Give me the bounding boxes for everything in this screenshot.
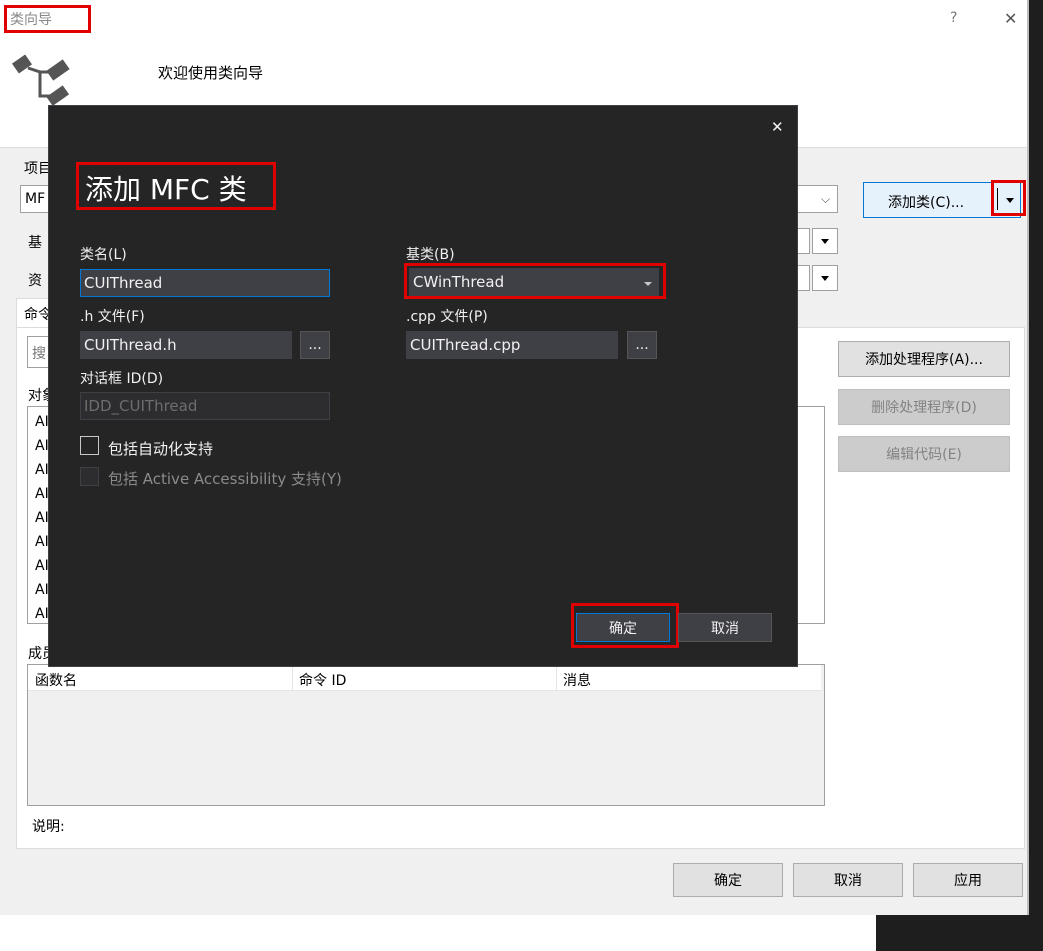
dialog-id-label: 对话框 ID(D)	[80, 371, 164, 387]
class-name-input[interactable]: CUIThread	[80, 269, 330, 297]
search-placeholder: 搜	[32, 346, 46, 362]
modal-close-icon[interactable]: ✕	[771, 118, 784, 136]
add-mfc-class-dialog: ✕ 添加 MFC 类 类名(L) CUIThread 基类(B) CWinThr…	[48, 105, 798, 667]
dialog-id-value: IDD_CUIThread	[84, 397, 198, 415]
base-class-value: CWinThread	[413, 273, 505, 291]
class-wizard-icon	[12, 54, 70, 106]
class-name-value: CUIThread	[84, 274, 163, 292]
main-cancel-button[interactable]: 取消	[793, 863, 903, 897]
caret-down-icon	[821, 238, 829, 244]
class-name-label: 类名(L)	[80, 247, 127, 263]
column-header-message[interactable]: 消息	[563, 670, 591, 690]
cpp-file-input[interactable]: CUIThread.cpp	[406, 331, 618, 359]
chevron-down-icon: ⌵	[821, 192, 831, 206]
modal-ok-button[interactable]: 确定	[576, 613, 670, 642]
dialog-id-input: IDD_CUIThread	[80, 392, 330, 420]
base-class-dropdown-button[interactable]	[812, 228, 838, 254]
base-class-label: 基	[28, 235, 42, 251]
caret-down-icon	[644, 282, 652, 286]
window-title: 类向导	[10, 12, 52, 28]
column-divider	[556, 665, 557, 691]
cpp-file-value: CUIThread.cpp	[410, 336, 521, 354]
description-label: 说明:	[32, 819, 65, 835]
resource-dropdown-button[interactable]	[812, 265, 838, 291]
accessibility-checkbox	[80, 467, 99, 486]
accessibility-label: 包括 Active Accessibility 支持(Y)	[108, 470, 342, 488]
window-right-border	[1027, 0, 1029, 915]
background-dark-panel	[876, 915, 1043, 951]
automation-checkbox[interactable]	[80, 436, 99, 455]
background-dark-edge	[1029, 0, 1043, 915]
main-ok-button[interactable]: 确定	[673, 863, 783, 897]
delete-handler-button[interactable]: 删除处理程序(D)	[838, 389, 1010, 425]
h-file-input[interactable]: CUIThread.h	[80, 331, 292, 359]
h-file-browse-button[interactable]: ...	[300, 331, 330, 359]
add-class-button[interactable]: 添加类(C)...	[888, 192, 964, 212]
edit-code-button[interactable]: 编辑代码(E)	[838, 436, 1010, 472]
project-value: MF	[25, 191, 46, 207]
h-file-value: CUIThread.h	[84, 336, 177, 354]
cpp-file-label: .cpp 文件(P)	[406, 309, 488, 325]
help-icon[interactable]: ?	[950, 10, 957, 26]
modal-title: 添加 MFC 类	[85, 173, 247, 206]
column-header-function[interactable]: 函数名	[35, 670, 77, 690]
resource-label: 资	[28, 273, 42, 289]
members-table-header	[28, 665, 821, 691]
title-bar	[0, 0, 1043, 38]
modal-cancel-button[interactable]: 取消	[678, 613, 772, 642]
column-divider	[292, 665, 293, 691]
add-handler-button[interactable]: 添加处理程序(A)...	[838, 341, 1010, 377]
automation-label[interactable]: 包括自动化支持	[108, 438, 213, 459]
window-close-icon[interactable]: ✕	[1004, 9, 1017, 28]
caret-down-icon	[821, 275, 829, 281]
welcome-heading: 欢迎使用类向导	[158, 64, 264, 82]
caret-down-icon	[1006, 198, 1014, 203]
split-divider	[997, 188, 998, 210]
base-class-label-modal: 基类(B)	[406, 247, 455, 263]
column-header-command-id[interactable]: 命令 ID	[299, 670, 346, 690]
cpp-file-browse-button[interactable]: ...	[627, 331, 657, 359]
h-file-label: .h 文件(F)	[80, 309, 145, 325]
main-apply-button[interactable]: 应用	[913, 863, 1023, 897]
base-class-select[interactable]: CWinThread	[409, 268, 659, 296]
